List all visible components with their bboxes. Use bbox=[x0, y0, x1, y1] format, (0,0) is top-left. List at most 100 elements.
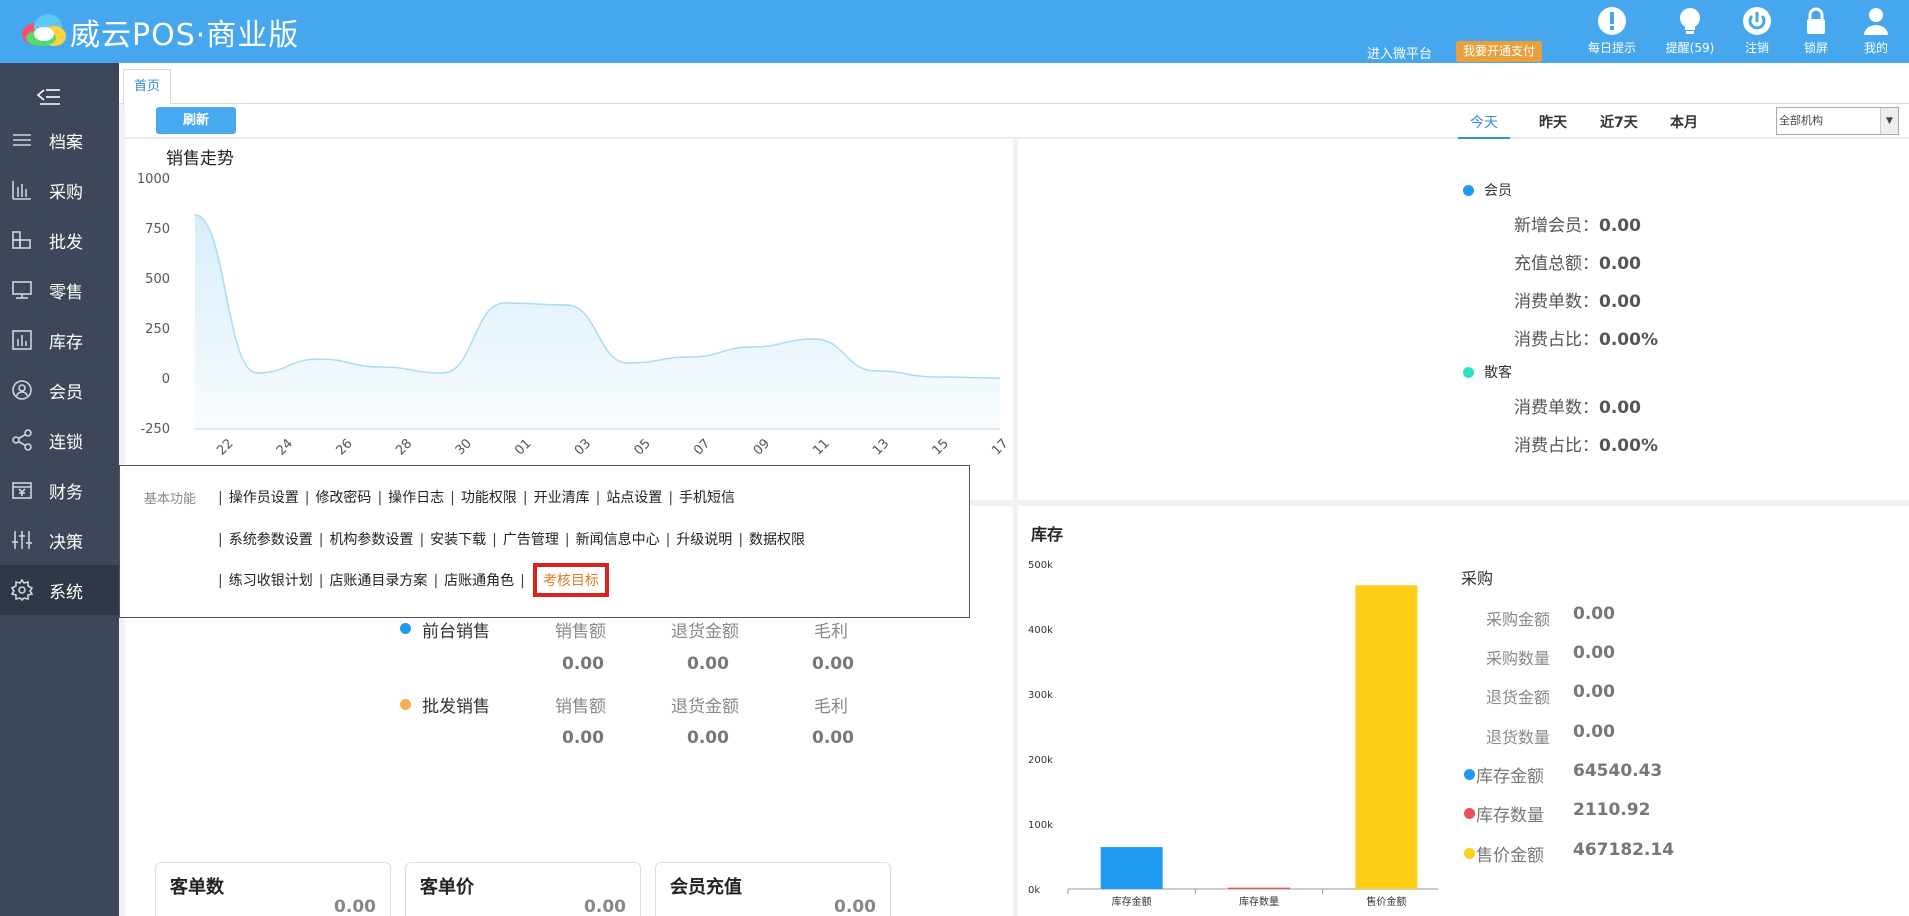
menu-separator: | bbox=[218, 532, 223, 548]
org-select[interactable]: 全部机构 ▼ bbox=[1776, 107, 1899, 135]
y-tick-label: 500 bbox=[145, 272, 170, 287]
menu-separator: | bbox=[522, 490, 528, 506]
purchase-row-value: 0.00 bbox=[1573, 604, 1615, 624]
popup-menu-item[interactable]: 广告管理 bbox=[503, 532, 559, 548]
sidebar-item-archive[interactable]: 档案 bbox=[0, 115, 119, 165]
lock-screen-button[interactable]: 锁屏 bbox=[1786, 6, 1846, 56]
sales-trend-point bbox=[627, 362, 629, 364]
sales-trend-point bbox=[813, 338, 815, 340]
y-tick-label: 100k bbox=[1028, 820, 1053, 831]
purchase-row-value: 0.00 bbox=[1573, 722, 1615, 742]
period-yesterday[interactable]: 昨天 bbox=[1539, 112, 1567, 132]
sidebar-item-member[interactable]: 会员 bbox=[0, 365, 119, 415]
y-tick-label: 1000 bbox=[137, 172, 170, 187]
popup-menu-item[interactable]: 操作员设置 bbox=[229, 490, 299, 506]
front-sales-value: 0.00 bbox=[562, 654, 604, 674]
sidebar-item-finance[interactable]: 财务 bbox=[0, 465, 119, 515]
y-tick-label: -250 bbox=[140, 422, 170, 437]
y-tick-label: 0 bbox=[162, 372, 170, 387]
popup-menu-item[interactable]: 机构参数设置 bbox=[329, 532, 413, 548]
popup-menu-item[interactable]: 店账通角色 bbox=[444, 573, 514, 589]
sales-trend-point bbox=[751, 346, 753, 348]
sidebar-item-wholesale[interactable]: 批发 bbox=[0, 215, 119, 265]
popup-row: | 操作员设置 | 修改密码 | 操作日志 | 功能权限 | 开业清库 | 站点设置 | 手机短信 bbox=[212, 487, 735, 507]
front-sales-title: 前台销售 bbox=[422, 622, 490, 642]
popup-menu-item[interactable]: 修改密码 bbox=[315, 490, 371, 506]
popup-row: | 系统参数设置 | 机构参数设置 | 安装下载 | 广告管理 | 新闻信息中心 | 升级说明 | 数据权… bbox=[212, 529, 805, 549]
sidebar-item-decision[interactable]: 决策 bbox=[0, 515, 119, 565]
x-tick-label: 15 bbox=[930, 436, 952, 458]
enable-payment-button[interactable]: 我要开通支付 bbox=[1456, 41, 1543, 62]
sales-trend-panel: 销售走势 1000 750 500 250 0 -250 22 24 26 28 30 01 03 05 0… bbox=[125, 139, 1013, 500]
daily-tips-button[interactable]: 每日提示 bbox=[1582, 6, 1642, 56]
popup-menu-item[interactable]: 数据权限 bbox=[749, 532, 805, 548]
member-row-value: 0.00 bbox=[1599, 292, 1641, 312]
member-legend-dot bbox=[1463, 185, 1474, 196]
top-header: 威云POS·商业版 进入微平台 我要开通支付 每日提示 提醒(59) 注销 锁屏… bbox=[0, 0, 1909, 63]
menu-separator: | bbox=[218, 490, 223, 506]
sidebar-item-chain[interactable]: 连锁 bbox=[0, 415, 119, 465]
sidebar-item-purchase[interactable]: 采购 bbox=[0, 165, 119, 215]
purchase-row-value: 0.00 bbox=[1573, 682, 1615, 702]
sidebar-label: 会员 bbox=[49, 382, 83, 403]
tab-home[interactable]: 首页 bbox=[123, 69, 172, 105]
sidebar-label: 采购 bbox=[49, 182, 83, 203]
sidebar-item-retail[interactable]: 零售 bbox=[0, 265, 119, 315]
y-tick-label: 300k bbox=[1028, 690, 1053, 701]
walkin-row-share: 消费占比：0.00% bbox=[1514, 431, 1658, 456]
popup-menu-item[interactable]: 系统参数设置 bbox=[229, 532, 313, 548]
period-today[interactable]: 今天 bbox=[1458, 112, 1510, 139]
bar-chart-icon bbox=[12, 181, 31, 200]
popup-menu-item[interactable]: 开业清库 bbox=[534, 490, 590, 506]
stat-card-value: 0.00 bbox=[334, 897, 376, 916]
monitor-icon bbox=[12, 281, 32, 299]
reminder-button[interactable]: 提醒(59) bbox=[1660, 6, 1720, 56]
stat-card-avg-price: 客单价 0.00 bbox=[405, 862, 641, 916]
popup-menu-item[interactable]: 店账通目录方案 bbox=[329, 573, 427, 589]
wechat-platform-link[interactable]: 进入微平台 bbox=[1367, 43, 1432, 62]
y-tick-label: 400k bbox=[1028, 625, 1053, 636]
inventory-bar bbox=[1228, 887, 1290, 889]
x-tick-label: 09 bbox=[751, 436, 773, 458]
member-row-orders: 消费单数：0.00 bbox=[1514, 287, 1641, 312]
dashboard-toolbar: 刷新 今天 昨天 近7天 本月 全部机构 ▼ bbox=[125, 104, 1909, 139]
popup-menu-item[interactable]: 新闻信息中心 bbox=[576, 532, 660, 548]
purchase-row-label: 采购数量 bbox=[1486, 649, 1551, 668]
stat-card-value: 0.00 bbox=[834, 897, 876, 916]
sidebar-item-stock[interactable]: 库存 bbox=[0, 315, 119, 365]
sidebar-label: 批发 bbox=[49, 232, 83, 253]
wholesale-sales-value: 0.00 bbox=[812, 728, 854, 748]
popup-menu-item-highlighted[interactable]: 考核目标 bbox=[532, 563, 609, 597]
inventory-panel: 库存 500k 400k 300k 200k 100k 0k 库存金额 库存数量 售价金额 采购… bbox=[1018, 506, 1909, 916]
front-sales-value: 0.00 bbox=[687, 654, 729, 674]
popup-menu-item[interactable]: 手机短信 bbox=[679, 490, 735, 506]
member-icon bbox=[12, 380, 32, 400]
sidebar-label: 财务 bbox=[49, 482, 83, 503]
sidebar-item-system[interactable]: 系统 bbox=[0, 565, 119, 615]
my-account-button[interactable]: 我的 bbox=[1846, 6, 1906, 56]
collapse-menu-icon[interactable] bbox=[36, 86, 62, 108]
popup-menu-item[interactable]: 站点设置 bbox=[606, 490, 662, 506]
wholesale-sales-col: 销售额 bbox=[555, 697, 606, 717]
logout-button[interactable]: 注销 bbox=[1727, 6, 1787, 56]
stock-row-label: 库存数量 bbox=[1476, 806, 1544, 826]
front-sales-col: 退货金额 bbox=[671, 622, 739, 642]
walkin-row-value: 0.00 bbox=[1599, 398, 1641, 418]
sales-trend-point bbox=[689, 356, 691, 358]
popup-menu-item[interactable]: 升级说明 bbox=[676, 532, 732, 548]
y-tick-label: 200k bbox=[1028, 755, 1053, 766]
popup-menu-item[interactable]: 操作日志 bbox=[388, 490, 444, 506]
x-tick-label: 24 bbox=[274, 436, 296, 458]
refresh-button[interactable]: 刷新 bbox=[156, 107, 236, 134]
sales-trend-point bbox=[875, 370, 877, 372]
wholesale-sales-title: 批发销售 bbox=[422, 697, 490, 717]
period-7-days[interactable]: 近7天 bbox=[1600, 112, 1638, 132]
wholesale-sales-col: 毛利 bbox=[814, 697, 848, 717]
member-row-new: 新增会员：0.00 bbox=[1514, 211, 1641, 236]
sales-trend-point bbox=[566, 304, 568, 306]
popup-menu-item[interactable]: 练习收银计划 bbox=[229, 573, 313, 589]
popup-menu-item[interactable]: 功能权限 bbox=[461, 490, 517, 506]
purchase-row-label: 采购金额 bbox=[1486, 610, 1551, 629]
period-this-month[interactable]: 本月 bbox=[1670, 112, 1698, 132]
popup-menu-item[interactable]: 安装下载 bbox=[430, 532, 486, 548]
